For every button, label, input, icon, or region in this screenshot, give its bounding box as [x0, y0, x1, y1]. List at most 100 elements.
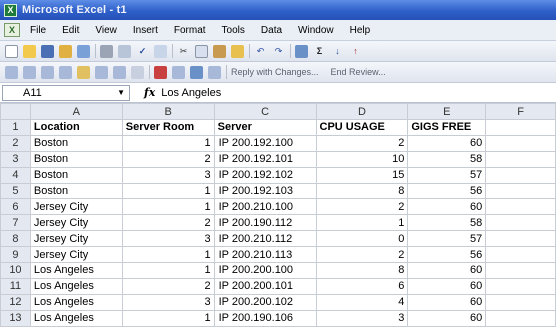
server-cell[interactable]: IP 200.192.102	[213, 166, 317, 184]
row-header[interactable]: 5	[0, 182, 31, 200]
server-cell[interactable]: IP 200.210.112	[213, 230, 317, 248]
server-cell[interactable]: IP 200.200.101	[213, 277, 317, 295]
sort-descending-icon[interactable]: ↑	[349, 45, 362, 58]
cpu-usage-cell[interactable]: 6	[315, 277, 409, 295]
row-header[interactable]: 2	[0, 134, 31, 152]
server-cell[interactable]: IP 200.200.100	[213, 262, 317, 279]
review-icon[interactable]	[77, 65, 90, 79]
chevron-down-icon[interactable]: ▼	[117, 88, 125, 97]
row-header[interactable]: 7	[0, 214, 31, 232]
excel-app-icon[interactable]: X	[4, 3, 17, 17]
gigs-free-cell[interactable]: 60	[407, 262, 487, 279]
location-cell[interactable]: Los Angeles	[29, 262, 123, 279]
cpu-usage-cell[interactable]: 4	[315, 293, 409, 311]
select-all-corner[interactable]	[0, 103, 31, 120]
column-header[interactable]: D	[315, 103, 409, 120]
gigs-free-cell[interactable]: 57	[407, 166, 487, 184]
gigs-free-cell[interactable]: 60	[407, 309, 487, 327]
gigs-free-cell[interactable]: 60	[407, 293, 487, 311]
menu-data[interactable]: Data	[261, 25, 282, 36]
save-icon[interactable]	[41, 44, 54, 58]
empty-cell[interactable]	[485, 293, 556, 311]
server-cell[interactable]: IP 200.192.103	[213, 182, 317, 200]
location-cell[interactable]: Boston	[29, 134, 123, 152]
location-cell[interactable]: Boston	[29, 182, 123, 200]
open-icon[interactable]	[23, 44, 36, 58]
email-icon[interactable]	[77, 44, 90, 58]
empty-cell[interactable]	[485, 262, 556, 279]
empty-cell[interactable]	[485, 119, 556, 136]
menu-insert[interactable]: Insert	[133, 25, 158, 36]
gigs-free-cell[interactable]: 56	[407, 246, 487, 264]
empty-cell[interactable]	[485, 277, 556, 295]
review-icon[interactable]	[172, 65, 185, 79]
empty-cell[interactable]	[485, 198, 556, 216]
empty-cell[interactable]	[485, 230, 556, 248]
location-cell[interactable]: Jersey City	[29, 230, 123, 248]
server-room-cell[interactable]: 1	[121, 262, 215, 279]
location-cell[interactable]: Jersey City	[29, 198, 123, 216]
gigs-free-cell[interactable]: 58	[407, 214, 487, 232]
column-header[interactable]: F	[485, 103, 556, 120]
end-review-button[interactable]: End Review...	[331, 67, 386, 77]
cpu-usage-cell[interactable]: 2	[315, 198, 409, 216]
gigs-free-cell[interactable]: 60	[407, 134, 487, 152]
empty-cell[interactable]	[485, 166, 556, 184]
print-icon[interactable]	[100, 44, 113, 58]
server-room-cell[interactable]: 3	[121, 293, 215, 311]
formula-input[interactable]: Los Angeles	[161, 87, 221, 99]
server-room-cell[interactable]: 1	[121, 246, 215, 264]
print-preview-icon[interactable]	[118, 44, 131, 58]
permission-icon[interactable]	[59, 44, 72, 58]
cpu-usage-cell[interactable]: 1	[315, 214, 409, 232]
empty-cell[interactable]	[485, 309, 556, 327]
cpu-usage-cell[interactable]: 8	[315, 182, 409, 200]
cut-icon[interactable]: ✂	[177, 45, 190, 58]
undo-icon[interactable]: ↶	[254, 45, 267, 58]
review-icon[interactable]	[131, 65, 144, 79]
server-room-cell[interactable]: 2	[121, 277, 215, 295]
server-cell[interactable]: IP 200.200.102	[213, 293, 317, 311]
gigs-free-cell[interactable]: 60	[407, 198, 487, 216]
name-box[interactable]: A11 ▼	[2, 84, 130, 101]
server-cell[interactable]: IP 200.190.106	[213, 309, 317, 327]
row-header[interactable]: 13	[0, 309, 31, 327]
cpu-usage-cell[interactable]: 0	[315, 230, 409, 248]
column-header[interactable]: E	[407, 103, 487, 120]
server-cell[interactable]: IP 200.210.113	[213, 246, 317, 264]
spelling-icon[interactable]: ✓	[136, 45, 149, 58]
paste-icon[interactable]	[213, 44, 226, 58]
header-cell[interactable]: Location	[29, 119, 123, 136]
review-icon[interactable]	[41, 65, 54, 79]
review-icon[interactable]	[190, 65, 203, 79]
gigs-free-cell[interactable]: 57	[407, 230, 487, 248]
research-icon[interactable]	[154, 44, 167, 58]
gigs-free-cell[interactable]: 56	[407, 182, 487, 200]
server-room-cell[interactable]: 1	[121, 198, 215, 216]
insert-function-icon[interactable]: fx	[144, 86, 155, 99]
row-header[interactable]: 3	[0, 150, 31, 168]
copy-icon[interactable]	[195, 44, 208, 58]
cpu-usage-cell[interactable]: 2	[315, 246, 409, 264]
header-cell[interactable]: GIGS FREE	[407, 119, 487, 136]
server-cell[interactable]: IP 200.192.101	[213, 150, 317, 168]
row-header[interactable]: 6	[0, 198, 31, 216]
cpu-usage-cell[interactable]: 15	[315, 166, 409, 184]
review-icon[interactable]	[5, 65, 18, 79]
cpu-usage-cell[interactable]: 10	[315, 150, 409, 168]
menu-tools[interactable]: Tools	[222, 25, 245, 36]
empty-cell[interactable]	[485, 214, 556, 232]
server-cell[interactable]: IP 200.192.100	[213, 134, 317, 152]
empty-cell[interactable]	[485, 134, 556, 152]
review-icon[interactable]	[113, 65, 126, 79]
reply-with-changes-button[interactable]: Reply with Changes...	[231, 67, 319, 77]
empty-cell[interactable]	[485, 150, 556, 168]
review-icon[interactable]	[154, 65, 167, 79]
cpu-usage-cell[interactable]: 3	[315, 309, 409, 327]
location-cell[interactable]: Los Angeles	[29, 277, 123, 295]
review-icon[interactable]	[95, 65, 108, 79]
location-cell[interactable]: Los Angeles	[29, 293, 123, 311]
server-room-cell[interactable]: 3	[121, 230, 215, 248]
row-header[interactable]: 4	[0, 166, 31, 184]
gigs-free-cell[interactable]: 60	[407, 277, 487, 295]
